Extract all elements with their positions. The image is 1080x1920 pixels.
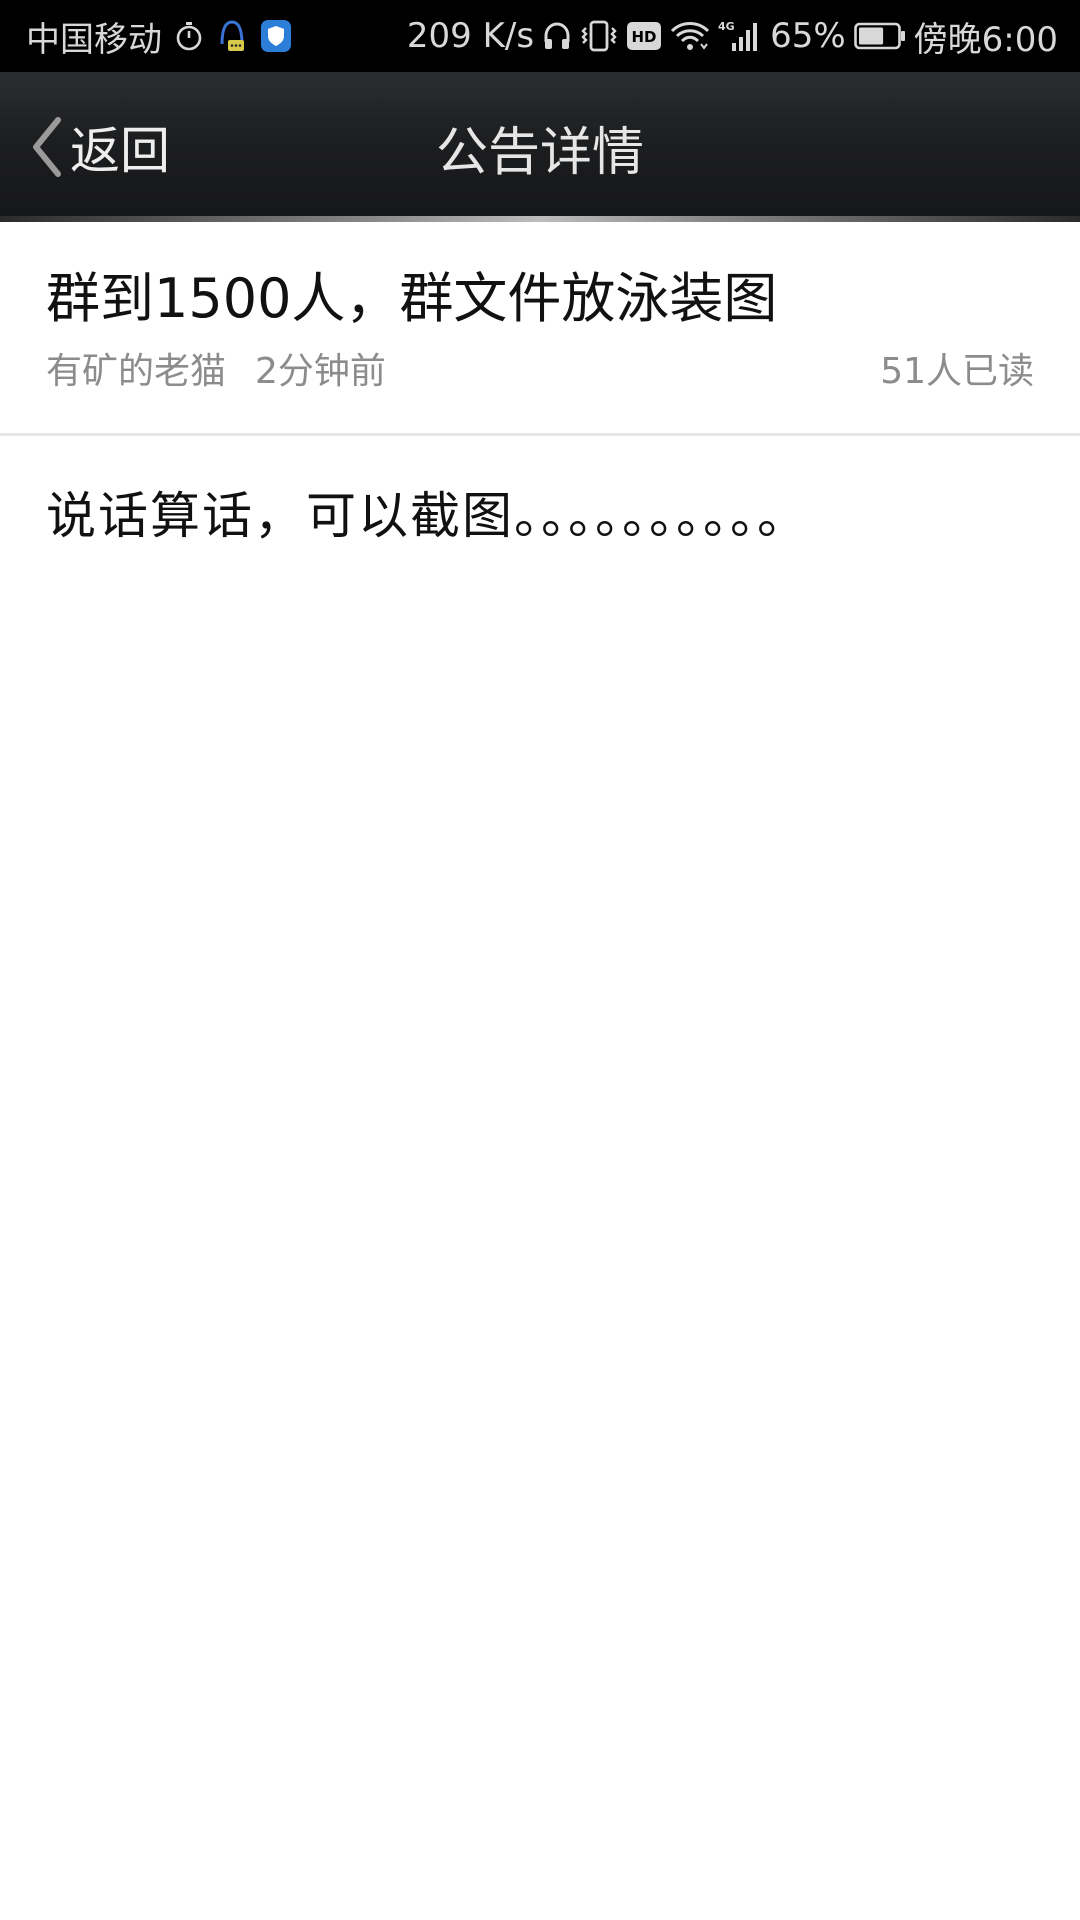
status-bar-right: 209 K/s HD 4G 65% 傍晚6:00	[399, 12, 1058, 61]
svg-text:HD: HD	[632, 28, 657, 46]
status-bar-left: 中国移动	[26, 12, 399, 61]
announcement-title: 群到1500人，群文件放泳装图	[46, 267, 778, 330]
read-count[interactable]: 51人已读	[880, 342, 1034, 394]
clock-label: 傍晚6:00	[913, 19, 1058, 60]
headphones-icon	[542, 20, 572, 52]
vibrate-icon	[580, 19, 618, 53]
battery-percent-label: 65%	[770, 16, 846, 56]
announcement-header: 群到1500人，群文件放泳装图 有矿的老猫 2分钟前 51人已读	[0, 222, 1080, 436]
status-bar: 中国移动 209 K/s HD 4G 65% 傍晚6:00	[0, 0, 1080, 72]
hd-icon: HD	[626, 21, 662, 51]
svg-text:4G: 4G	[718, 20, 735, 33]
announcement-body: 说话算话，可以截图。。。。。。。。。。	[46, 487, 809, 545]
qq-assistant-icon	[216, 18, 248, 54]
back-button[interactable]: 返回	[28, 112, 170, 182]
carrier-label: 中国移动	[26, 19, 162, 60]
battery-icon	[853, 21, 906, 51]
shield-icon	[260, 19, 292, 53]
back-label: 返回	[70, 122, 170, 180]
chevron-left-icon	[33, 117, 61, 177]
stopwatch-icon	[174, 20, 204, 52]
announcement-time: 2分钟前	[255, 351, 386, 392]
announcement-author[interactable]: 有矿的老猫	[46, 342, 226, 394]
title-bar: 返回 公告详情	[0, 72, 1080, 222]
wifi-icon	[670, 20, 710, 52]
signal-icon: 4G	[718, 19, 762, 53]
net-speed-label: 209 K/s	[406, 16, 535, 56]
